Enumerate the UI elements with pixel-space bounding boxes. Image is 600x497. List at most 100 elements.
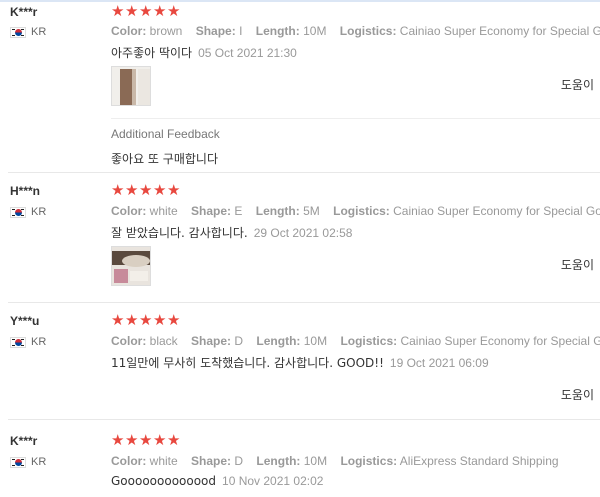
review-date: 29 Oct 2021 02:58 xyxy=(253,226,353,240)
product-attributes: Color: white Shape: E Length: 5M Logisti… xyxy=(111,204,600,218)
attr-value-logistics: Cainiao Super Economy for Special Goods xyxy=(400,334,600,348)
review-text: Gooooooooooood xyxy=(111,474,217,488)
attr-label-length: Length: xyxy=(256,454,301,468)
review-item: Y***u KR ★ ★ ★ ★ ★ Color: black Shape: D Len… xyxy=(0,303,600,420)
reviewer-name: H***n xyxy=(10,184,41,198)
star-icon: ★ xyxy=(167,182,181,199)
helpful-button[interactable]: 도움이 xyxy=(561,256,594,273)
attr-value-length: 10M xyxy=(303,454,328,468)
attr-value-length: 10M xyxy=(303,24,327,38)
star-rating: ★ ★ ★ ★ ★ xyxy=(111,313,180,328)
star-icon: ★ xyxy=(125,432,139,449)
reviewer-name: K***r xyxy=(10,434,38,448)
star-icon: ★ xyxy=(125,3,139,20)
attr-value-shape: I xyxy=(239,24,243,38)
star-rating: ★ ★ ★ ★ ★ xyxy=(111,4,180,19)
review-item: K***r KR ★ ★ ★ ★ ★ Color: brown Shape: I Len… xyxy=(0,0,600,173)
star-icon: ★ xyxy=(153,182,167,199)
star-icon: ★ xyxy=(167,312,181,329)
attr-value-color: black xyxy=(149,334,178,348)
star-icon: ★ xyxy=(139,312,153,329)
attr-label-length: Length: xyxy=(255,24,300,38)
product-attributes: Color: brown Shape: I Length: 10M Logist… xyxy=(111,24,600,38)
review-date: 05 Oct 2021 21:30 xyxy=(198,46,297,60)
south-korea-flag-icon xyxy=(10,456,26,468)
star-icon: ★ xyxy=(167,432,181,449)
attr-label-shape: Shape: xyxy=(191,454,232,468)
feedback-divider xyxy=(111,118,600,119)
helpful-button[interactable]: 도움이 xyxy=(561,386,594,403)
star-icon: ★ xyxy=(153,432,167,449)
review-date: 19 Oct 2021 06:09 xyxy=(389,356,489,370)
review-item: K***r KR ★ ★ ★ ★ ★ Color: white Shape: D Len… xyxy=(0,420,600,497)
attr-value-shape: D xyxy=(234,454,244,468)
attr-label-color: Color: xyxy=(111,204,147,218)
review-text-row: 아주좋아 딱이다 05 Oct 2021 21:30 xyxy=(111,44,297,61)
star-icon: ★ xyxy=(139,182,153,199)
country-code: KR xyxy=(31,206,47,218)
attr-label-shape: Shape: xyxy=(195,24,236,38)
attr-label-logistics: Logistics: xyxy=(340,334,398,348)
review-photo-thumbnail[interactable] xyxy=(111,246,151,286)
attr-label-color: Color: xyxy=(111,334,147,348)
attr-label-logistics: Logistics: xyxy=(340,454,398,468)
attr-value-logistics: Cainiao Super Economy for Special Goods xyxy=(399,24,600,38)
product-attributes: Color: black Shape: D Length: 10M Logist… xyxy=(111,334,600,348)
south-korea-flag-icon xyxy=(10,336,26,348)
review-photo-thumbnail[interactable] xyxy=(111,66,151,106)
south-korea-flag-icon xyxy=(10,26,26,38)
attr-value-length: 10M xyxy=(303,334,328,348)
star-icon: ★ xyxy=(139,3,153,20)
review-date: 10 Nov 2021 02:02 xyxy=(222,474,324,488)
reviewer-country: KR xyxy=(10,26,46,38)
review-text-row: Gooooooooooood 10 Nov 2021 02:02 xyxy=(111,474,323,488)
attr-label-color: Color: xyxy=(111,24,147,38)
star-icon: ★ xyxy=(125,182,139,199)
helpful-button[interactable]: 도움이 xyxy=(561,76,594,93)
attr-label-length: Length: xyxy=(256,334,301,348)
star-rating: ★ ★ ★ ★ ★ xyxy=(111,433,180,448)
product-attributes: Color: white Shape: D Length: 10M Logist… xyxy=(111,454,569,468)
star-icon: ★ xyxy=(111,182,125,199)
attr-label-shape: Shape: xyxy=(191,204,232,218)
attr-value-shape: E xyxy=(234,204,243,218)
attr-value-color: brown xyxy=(149,24,183,38)
star-icon: ★ xyxy=(167,3,181,20)
attr-label-shape: Shape: xyxy=(191,334,232,348)
attr-value-color: white xyxy=(149,454,178,468)
reviewer-country: KR xyxy=(10,456,46,468)
south-korea-flag-icon xyxy=(10,206,26,218)
star-icon: ★ xyxy=(111,312,125,329)
star-icon: ★ xyxy=(153,3,167,20)
star-icon: ★ xyxy=(139,432,153,449)
star-icon: ★ xyxy=(153,312,167,329)
review-text: 잘 받았습니다. 감사합니다. xyxy=(111,226,248,240)
attr-value-logistics: Cainiao Super Economy for Special Goods xyxy=(393,204,600,218)
attr-value-color: white xyxy=(149,204,178,218)
attr-value-shape: D xyxy=(234,334,244,348)
additional-feedback-text: 좋아요 또 구매합니다 xyxy=(111,152,218,166)
additional-feedback-label: Additional Feedback xyxy=(111,127,220,141)
review-text: 11일만에 무사히 도착했습니다. 감사합니다. GOOD!! xyxy=(111,356,384,370)
country-code: KR xyxy=(31,456,47,468)
attr-label-length: Length: xyxy=(255,204,300,218)
reviewer-country: KR xyxy=(10,336,46,348)
review-text-row: 잘 받았습니다. 감사합니다. 29 Oct 2021 02:58 xyxy=(111,224,352,241)
attr-value-length: 5M xyxy=(303,204,320,218)
star-icon: ★ xyxy=(111,3,125,20)
attr-value-logistics: AliExpress Standard Shipping xyxy=(399,454,559,468)
reviewer-name: Y***u xyxy=(10,314,40,328)
star-icon: ★ xyxy=(111,432,125,449)
attr-label-logistics: Logistics: xyxy=(339,24,397,38)
attr-label-logistics: Logistics: xyxy=(333,204,390,218)
review-text-row: 11일만에 무사히 도착했습니다. 감사합니다. GOOD!! 19 Oct 20… xyxy=(111,354,489,371)
review-text: 아주좋아 딱이다 xyxy=(111,46,193,60)
country-code: KR xyxy=(31,336,47,348)
review-item: H***n KR ★ ★ ★ ★ ★ Color: white Shape: E Len… xyxy=(0,173,600,303)
reviewer-name: K***r xyxy=(10,5,38,19)
star-icon: ★ xyxy=(125,312,139,329)
reviewer-country: KR xyxy=(10,206,46,218)
country-code: KR xyxy=(31,26,47,38)
star-rating: ★ ★ ★ ★ ★ xyxy=(111,183,180,198)
attr-label-color: Color: xyxy=(111,454,147,468)
